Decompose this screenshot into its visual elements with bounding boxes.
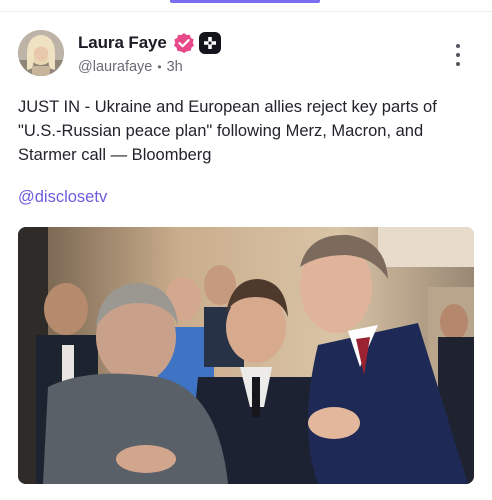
verified-badge-icon	[173, 32, 195, 54]
meta-separator: •	[157, 60, 162, 74]
post-header: Laura Faye @laurafaye • 3h	[18, 30, 478, 80]
top-divider	[0, 11, 492, 12]
post-meta: @laurafaye • 3h	[78, 59, 221, 75]
post-body-text: JUST IN - Ukraine and European allies re…	[18, 98, 437, 164]
author-handle[interactable]: @laurafaye	[78, 59, 152, 75]
app-badge-icon	[198, 32, 221, 54]
name-row: Laura Faye	[78, 32, 221, 54]
more-vertical-icon	[456, 62, 460, 66]
more-options-button[interactable]	[446, 42, 470, 68]
author-name[interactable]: Laura Faye	[78, 33, 167, 53]
post-photo[interactable]	[18, 227, 474, 484]
author-block: Laura Faye @laurafaye • 3h	[78, 32, 221, 75]
avatar[interactable]	[18, 30, 64, 76]
more-vertical-icon	[456, 53, 460, 57]
post-timestamp[interactable]: 3h	[167, 59, 183, 75]
active-tab-indicator	[170, 0, 320, 3]
mention-link[interactable]: @disclosetv	[18, 188, 107, 207]
more-vertical-icon	[456, 44, 460, 48]
